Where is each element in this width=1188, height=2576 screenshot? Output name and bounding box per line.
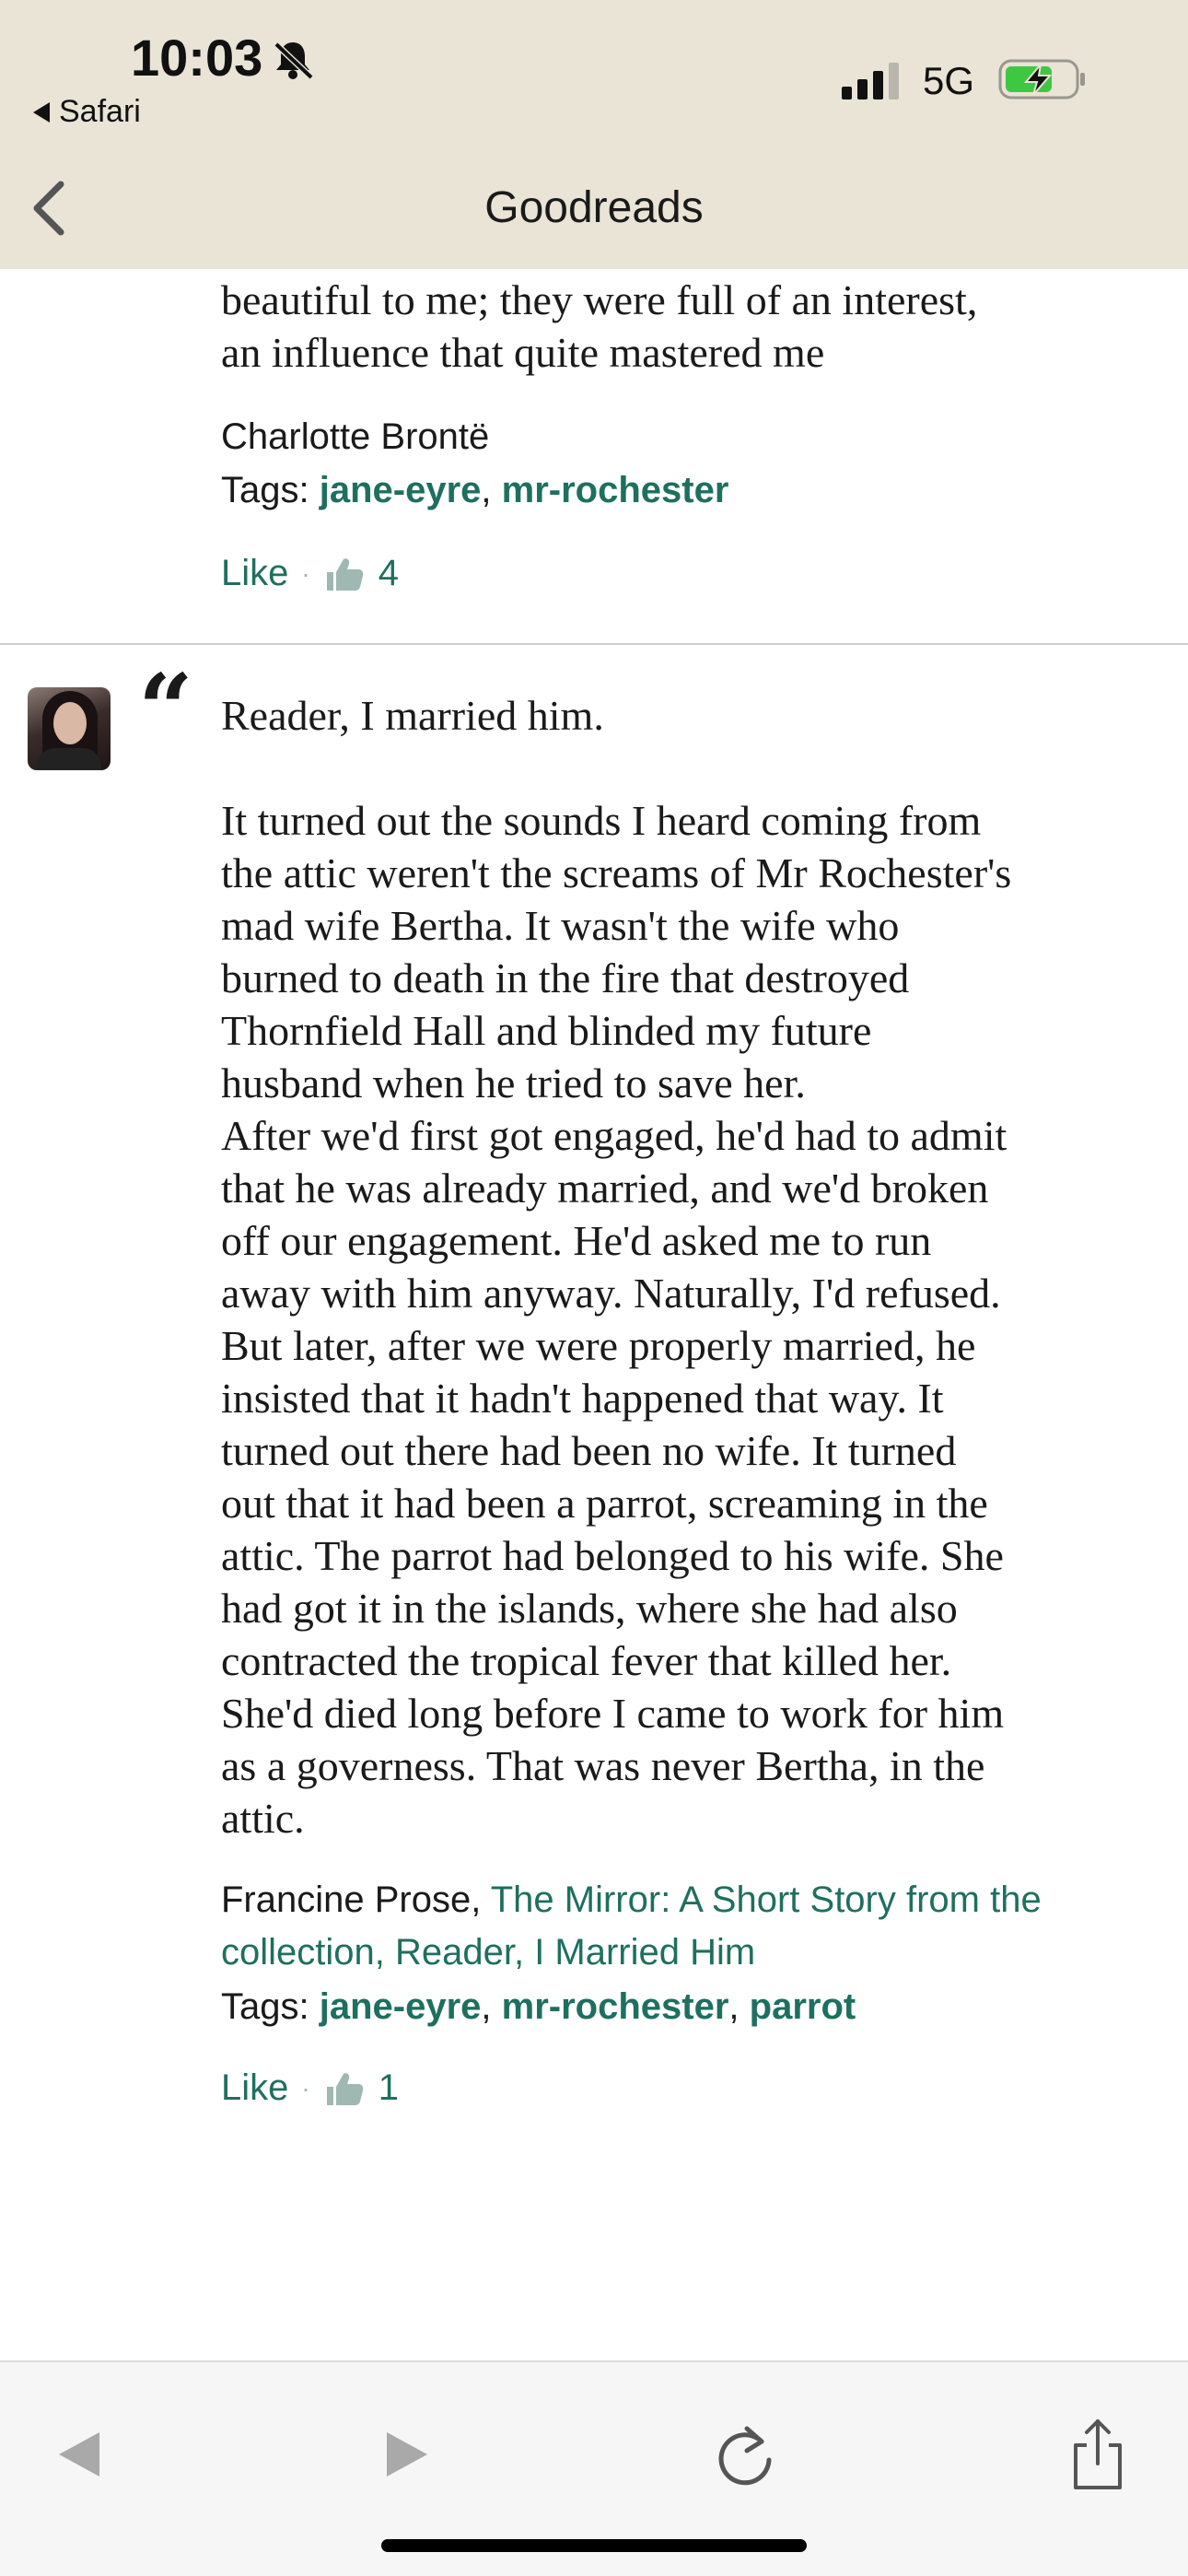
- back-triangle-icon: [33, 101, 50, 123]
- signal-bars-icon: [842, 63, 899, 100]
- share-button[interactable]: [1061, 2418, 1135, 2491]
- quote-attribution: Francine Prose, The Mirror: A Short Stor…: [221, 1874, 1142, 1979]
- like-button[interactable]: Like: [221, 2067, 288, 2109]
- back-to-safari[interactable]: Safari: [33, 94, 141, 130]
- tags-label: Tags:: [221, 470, 309, 510]
- thumbs-up-icon: [326, 2072, 363, 2105]
- like-count: 1: [378, 2067, 399, 2108]
- back-arrow-icon: [59, 2432, 99, 2476]
- reload-button[interactable]: [709, 2418, 783, 2491]
- reload-icon: [718, 2426, 772, 2486]
- like-button[interactable]: Like: [221, 553, 288, 594]
- quote-divider: [0, 643, 1188, 645]
- quote-text: Reader, I married him. It turned out the…: [221, 692, 1012, 1842]
- tag-link[interactable]: parrot: [750, 1986, 856, 2027]
- share-icon: [1074, 2419, 1122, 2489]
- network-type: 5G: [923, 59, 975, 102]
- author-avatar[interactable]: [28, 687, 111, 770]
- quote-text: beautiful to me; they were full of an in…: [221, 276, 978, 376]
- quote-author[interactable]: Francine Prose,: [221, 1879, 481, 1920]
- separator-dot: ·: [301, 558, 310, 588]
- bell-slash-icon: [274, 41, 314, 80]
- browser-forward-button[interactable]: [370, 2418, 444, 2491]
- page-title: Goodreads: [484, 183, 704, 232]
- like-row: Like · 1: [221, 2067, 399, 2109]
- tags-label: Tags:: [221, 1986, 309, 2027]
- tag-link[interactable]: jane-eyre: [320, 1986, 482, 2027]
- status-time: 10:03: [131, 29, 263, 87]
- back-app-label: Safari: [59, 94, 141, 129]
- forward-arrow-icon: [387, 2432, 427, 2476]
- top-header: 10:03 Safari 5G Goodreads: [0, 0, 1188, 269]
- tag-link[interactable]: mr-rochester: [502, 1986, 729, 2027]
- quote-author[interactable]: Charlotte Brontë: [221, 411, 1142, 463]
- separator-dot: ·: [301, 2073, 310, 2102]
- tag-link[interactable]: mr-rochester: [502, 470, 729, 510]
- like-count: 4: [378, 553, 399, 593]
- like-row: Like · 4: [221, 553, 399, 594]
- thumbs-up-icon: [326, 557, 363, 591]
- home-indicator[interactable]: [381, 2539, 807, 2552]
- tag-link[interactable]: jane-eyre: [320, 470, 482, 510]
- browser-back-button[interactable]: [42, 2418, 116, 2491]
- quote-tags: Tags: jane-eyre, mr-rochester, parrot: [221, 1986, 856, 2027]
- quote-mark-icon: “: [138, 652, 193, 766]
- battery-charging-icon: [998, 59, 1085, 100]
- quote-tags: Tags: jane-eyre, mr-rochester: [221, 470, 729, 510]
